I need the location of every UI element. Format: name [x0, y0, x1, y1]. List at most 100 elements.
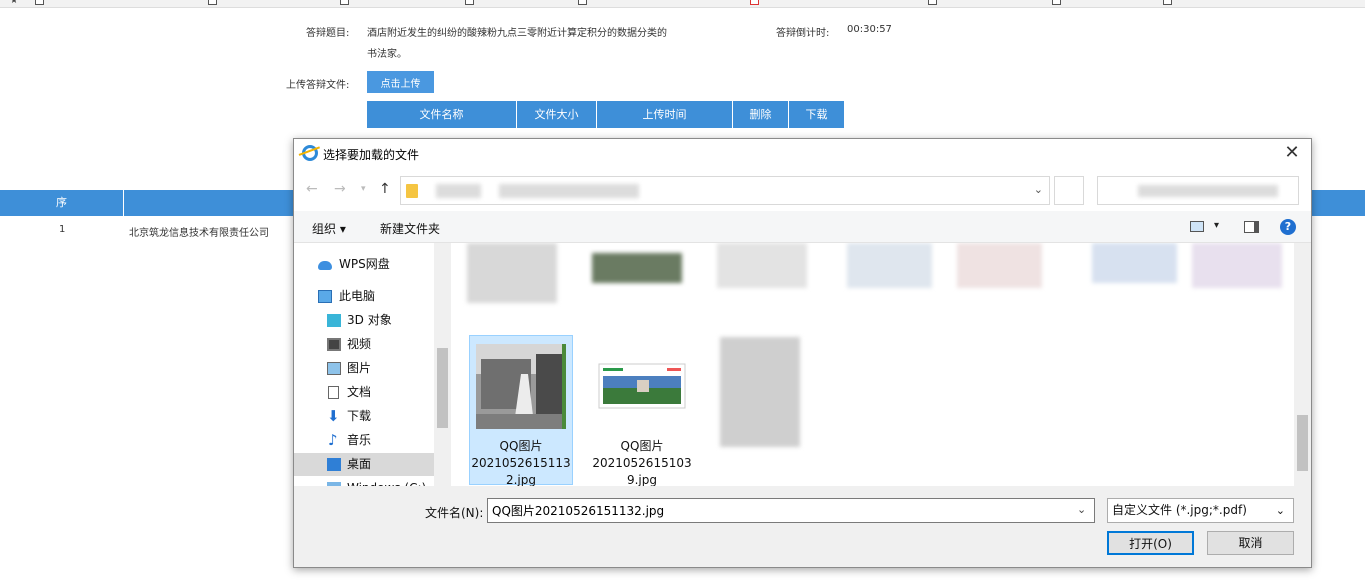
bookmark-item[interactable] — [1163, 0, 1175, 6]
sidebar-item-this-pc[interactable]: 此电脑 — [294, 285, 434, 308]
bookmark-item[interactable] — [208, 0, 220, 6]
picture-icon — [327, 362, 341, 375]
bookmark-item[interactable] — [578, 0, 590, 6]
filetype-select[interactable]: 自定义文件 (*.jpg;*.pdf) ⌄ — [1107, 498, 1294, 523]
col-upload-time: 上传时间 — [597, 101, 733, 128]
view-dropdown-icon[interactable]: ▾ — [1214, 220, 1219, 231]
filename-label: 文件名(N): — [425, 506, 484, 520]
new-folder-button[interactable]: 新建文件夹 — [380, 220, 440, 237]
dialog-toolbar: 组织 ▾ 新建文件夹 ▾ ? — [294, 211, 1311, 243]
bookmark-item[interactable] — [1052, 0, 1064, 6]
back-arrow-icon[interactable]: ← — [306, 181, 318, 197]
address-blurred — [436, 184, 481, 198]
navigation-row: ← → ▾ ↑ ⌄ — [294, 169, 1311, 211]
sidebar-item-documents[interactable]: 文档 — [294, 381, 434, 404]
filetype-value: 自定义文件 (*.jpg;*.pdf) — [1112, 503, 1247, 517]
forward-arrow-icon[interactable]: → — [334, 181, 346, 197]
navigation-pane-scrollbar[interactable] — [434, 243, 451, 486]
bookmark-item[interactable] — [35, 0, 47, 6]
bookmark-item[interactable] — [465, 0, 477, 6]
file-thumbnail-blurred[interactable] — [957, 243, 1042, 288]
dialog-footer: 文件名(N): ⌄ 自定义文件 (*.jpg;*.pdf) ⌄ 打开(O) 取消 — [294, 486, 1311, 567]
sidebar-item-pictures[interactable]: 图片 — [294, 357, 434, 380]
upload-button[interactable]: 点击上传 — [367, 71, 434, 93]
cloud-icon — [318, 261, 332, 270]
search-input[interactable] — [1097, 176, 1299, 205]
file-name-line: 2.jpg — [505, 473, 537, 486]
sidebar-item-videos[interactable]: 视频 — [294, 333, 434, 356]
close-button[interactable]: ✕ — [1279, 142, 1305, 166]
file-thumbnail-blurred[interactable] — [592, 253, 682, 283]
sidebar-item-windows-c[interactable]: Windows (C:) — [294, 477, 434, 486]
file-thumbnail-blurred[interactable] — [720, 337, 800, 447]
open-button[interactable]: 打开(O) — [1107, 531, 1194, 555]
address-dropdown-icon[interactable]: ⌄ — [1034, 183, 1043, 196]
address-blurred — [499, 184, 639, 198]
col-delete: 删除 — [733, 101, 789, 128]
recent-chevron-icon[interactable]: ▾ — [361, 184, 366, 194]
file-name-line: QQ图片 — [620, 439, 664, 453]
up-arrow-icon[interactable]: ↑ — [379, 181, 391, 197]
desktop-icon — [327, 458, 341, 471]
ie-logo-icon — [302, 145, 318, 161]
organize-button[interactable]: 组织 ▾ — [312, 220, 346, 237]
folder-icon — [406, 184, 418, 198]
sidebar-item-music[interactable]: ♪ 音乐 — [294, 429, 434, 452]
bookmark-item[interactable] — [928, 0, 940, 6]
topic-label: 答辩题目: — [306, 28, 350, 39]
sidebar-item-wps-cloud[interactable]: WPS网盘 — [294, 253, 434, 276]
document-icon — [328, 386, 339, 399]
file-name-line: 9.jpg — [626, 473, 658, 486]
file-list-scrollbar[interactable] — [1294, 243, 1311, 486]
dialog-titlebar[interactable]: 选择要加载的文件 ✕ — [294, 139, 1311, 169]
bookmark-star-icon[interactable]: ★ — [10, 0, 18, 6]
list-header-seq: 序 — [0, 190, 124, 216]
topic-text-line1: 酒店附近发生的纠纷的酸辣粉九点三零附近计算定积分的数据分类的 — [367, 28, 667, 39]
file-thumbnail-blurred[interactable] — [717, 243, 807, 288]
row-company: 北京筑龙信息技术有限责任公司 — [129, 228, 269, 239]
sidebar-item-downloads[interactable]: ⬇ 下载 — [294, 405, 434, 428]
file-name-line: 2021052615103 — [592, 456, 692, 470]
bookmark-bar: ★ — [0, 0, 1365, 8]
view-mode-icon[interactable] — [1190, 221, 1204, 232]
topic-text-line2: 书法家。 — [367, 49, 407, 60]
download-icon: ⬇ — [327, 407, 340, 425]
file-item[interactable]: QQ图片 2021052615103 9.jpg — [590, 336, 694, 486]
table-row[interactable]: 1 北京筑龙信息技术有限责任公司 — [0, 216, 300, 244]
navigation-pane: WPS网盘 此电脑 3D 对象 视频 图片 文档 ⬇ 下载 ♪ 音乐 桌面 — [294, 243, 452, 486]
refresh-button[interactable] — [1054, 176, 1084, 205]
col-file-name: 文件名称 — [367, 101, 517, 128]
music-icon: ♪ — [328, 431, 338, 449]
file-name-line: QQ图片 — [499, 439, 543, 453]
col-download: 下载 — [789, 101, 844, 128]
dialog-title: 选择要加载的文件 — [323, 148, 420, 162]
preview-pane-icon[interactable] — [1244, 221, 1259, 233]
row-seq: 1 — [59, 224, 66, 235]
sidebar-item-desktop[interactable]: 桌面 — [294, 453, 434, 476]
cancel-button[interactable]: 取消 — [1207, 531, 1294, 555]
search-blurred — [1138, 185, 1278, 197]
bookmark-item[interactable] — [340, 0, 352, 6]
photo-thumbnail-icon — [598, 363, 686, 409]
file-thumbnail-blurred[interactable] — [847, 243, 932, 288]
file-item-selected[interactable]: QQ图片 2021052615113 2.jpg — [469, 335, 573, 486]
photo-thumbnail-icon — [476, 344, 566, 429]
file-name-line: 2021052615113 — [471, 456, 571, 470]
address-bar[interactable]: ⌄ — [400, 176, 1050, 205]
filename-input[interactable] — [487, 498, 1095, 523]
countdown-label: 答辩倒计时: — [776, 28, 830, 39]
bookmark-item[interactable] — [750, 0, 762, 6]
cube-icon — [327, 314, 341, 327]
chevron-down-icon: ⌄ — [1275, 504, 1285, 517]
col-file-size: 文件大小 — [517, 101, 597, 128]
file-thumbnail-blurred[interactable] — [1092, 243, 1177, 283]
upload-label: 上传答辩文件: — [286, 80, 350, 91]
sidebar-item-3d-objects[interactable]: 3D 对象 — [294, 309, 434, 332]
file-open-dialog: 选择要加载的文件 ✕ ← → ▾ ↑ ⌄ 组织 ▾ 新建文件夹 ▾ ? WPS网… — [293, 138, 1312, 568]
help-button[interactable]: ? — [1280, 219, 1296, 235]
file-list-pane: QQ图片 2021052615113 2.jpg QQ图片 2021052615… — [452, 243, 1294, 486]
countdown-value: 00:30:57 — [847, 24, 892, 35]
filename-dropdown-icon[interactable]: ⌄ — [1077, 503, 1086, 516]
file-thumbnail-blurred[interactable] — [1192, 243, 1282, 288]
file-thumbnail-blurred[interactable] — [467, 243, 557, 303]
